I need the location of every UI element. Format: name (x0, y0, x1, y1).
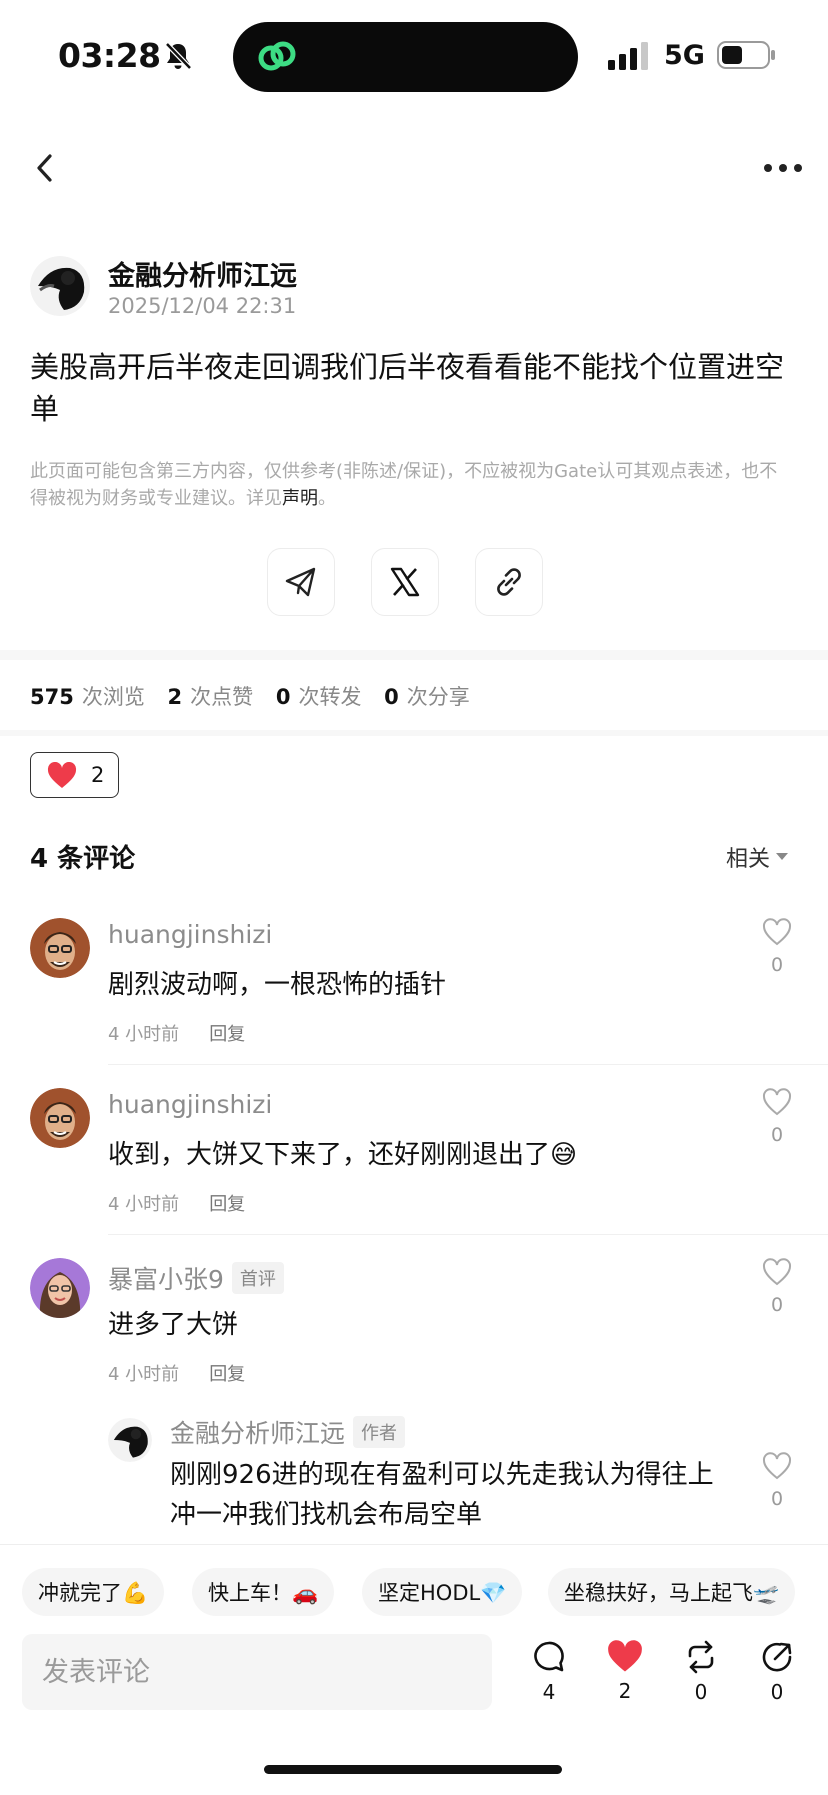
copy-link-button[interactable] (475, 548, 543, 616)
disclaimer-end: 。 (318, 488, 336, 509)
repost-icon (688, 1640, 714, 1674)
reply-button[interactable]: 回复 (209, 1364, 245, 1385)
first-comment-badge: 首评 (231, 1262, 284, 1294)
more-options-icon[interactable] (762, 158, 804, 178)
replier-avatar[interactable] (108, 1418, 152, 1462)
post-stats: 575 次浏览 2 次点赞 0 次转发 0 次分享 (30, 681, 486, 711)
comments-title: 4 条评论 (30, 844, 136, 874)
heart-outline-icon (762, 1088, 792, 1116)
disclaimer-link[interactable]: 声明 (282, 488, 318, 509)
commenter-avatar[interactable] (30, 1088, 90, 1148)
network-type: 5G (664, 40, 705, 71)
x-logo-icon (390, 567, 420, 597)
comment-like-count: 0 (770, 954, 784, 976)
likes-count: 2 (167, 685, 183, 709)
sort-dropdown[interactable]: 相关 (726, 841, 789, 873)
comment-like-button[interactable]: 0 (760, 1088, 794, 1146)
reply-text-line1: 刚刚926进的现在有盈利可以先走我认为得往上 (170, 1460, 714, 1490)
link-icon (497, 568, 521, 596)
reply-text-line2: 冲一冲我们找机会布局空单 (170, 1500, 483, 1530)
like-action-button[interactable]: 2 (600, 1640, 650, 1703)
repost-action-count: 0 (694, 1680, 708, 1704)
battery-icon (717, 41, 775, 69)
heart-outline-icon (762, 918, 792, 946)
comment-like-button[interactable]: 0 (760, 918, 794, 976)
quick-reply-chip[interactable]: 快上车！🚗 (192, 1568, 335, 1616)
shares-label: 次分享 (406, 685, 470, 709)
sort-label: 相关 (726, 847, 771, 872)
comment-like-count: 0 (770, 1124, 784, 1146)
comment-time: 4 小时前 (108, 1194, 180, 1215)
heart-filled-icon (47, 761, 77, 788)
home-indicator[interactable] (264, 1765, 562, 1774)
caret-down-icon (776, 853, 789, 860)
disclaimer-text: 此页面可能包含第三方内容，仅供参考(非陈述/保证)，不应被视为Gate认可其观点… (30, 461, 778, 509)
back-arrow-icon[interactable] (30, 148, 60, 188)
heart-outline-icon (762, 1258, 792, 1286)
status-bar: 03:28 5G (0, 0, 828, 110)
comment-action-count: 4 (542, 1680, 556, 1704)
status-time: 03:28 (58, 36, 161, 75)
comment-action-button[interactable]: 4 (524, 1640, 574, 1704)
comment-like-count: 0 (770, 1294, 784, 1316)
reply-button[interactable]: 回复 (209, 1194, 245, 1215)
share-arrow-icon (762, 1642, 792, 1672)
comment-input[interactable] (22, 1634, 492, 1710)
replier-name[interactable]: 金融分析师江远 (170, 1419, 345, 1448)
quick-reply-divider (0, 1544, 828, 1545)
comment-separator (108, 1064, 828, 1065)
comment-text: 收到，大饼又下来了，还好刚刚退出了😅 (108, 1140, 578, 1170)
post-timestamp: 2025/12/04 22:31 (108, 294, 297, 318)
reply-button[interactable]: 回复 (209, 1024, 245, 1045)
commenter-avatar[interactable] (30, 1258, 90, 1318)
bell-muted-icon (165, 42, 192, 70)
post-body: 美股高开后半夜走回调我们后半夜看看能不能找个位置进空单 (30, 350, 785, 426)
comment-time: 4 小时前 (108, 1364, 180, 1385)
views-count: 575 (30, 685, 74, 709)
share-telegram-button[interactable] (267, 548, 335, 616)
reposts-label: 次转发 (298, 685, 362, 709)
section-divider (0, 650, 828, 660)
views-label: 次浏览 (81, 685, 145, 709)
comment-bubble-icon (534, 1641, 564, 1672)
section-divider (0, 730, 828, 736)
reply-like-button[interactable]: 0 (760, 1452, 794, 1510)
replier-name-row: 金融分析师江远 作者 (170, 1414, 406, 1450)
heart-outline-icon (762, 1452, 792, 1480)
commenter-name[interactable]: huangjinshizi (108, 1090, 272, 1119)
comment-text: 进多了大饼 (108, 1310, 239, 1340)
commenter-name[interactable]: huangjinshizi (108, 920, 272, 949)
commenter-name-row: 暴富小张9 首评 (108, 1260, 284, 1296)
share-action-button[interactable]: 0 (752, 1640, 802, 1704)
quick-reply-chip[interactable]: 坐稳扶好，马上起飞🛫 (548, 1568, 796, 1616)
author-name[interactable]: 金融分析师江远 (108, 254, 297, 293)
like-action-count: 2 (618, 1679, 632, 1703)
reposts-count: 0 (275, 685, 291, 709)
reaction-like-button[interactable]: 2 (30, 752, 119, 798)
comment-time: 4 小时前 (108, 1024, 180, 1045)
heart-filled-icon (608, 1640, 642, 1672)
comment-separator (108, 1234, 828, 1235)
cellular-signal-icon (608, 42, 648, 70)
shares-count: 0 (384, 685, 399, 709)
quick-reply-chip[interactable]: 冲就完了💪 (22, 1568, 165, 1616)
author-badge: 作者 (353, 1416, 406, 1448)
share-action-count: 0 (770, 1680, 784, 1704)
disclaimer: 此页面可能包含第三方内容，仅供参考(非陈述/保证)，不应被视为Gate认可其观点… (30, 458, 790, 512)
quick-reply-chip[interactable]: 坚定HODL💎 (362, 1568, 523, 1616)
likes-label: 次点赞 (190, 685, 254, 709)
commenter-avatar[interactable] (30, 918, 90, 978)
commenter-name[interactable]: 暴富小张9 (108, 1265, 224, 1294)
reaction-count: 2 (91, 763, 105, 787)
share-x-button[interactable] (371, 548, 439, 616)
reply-like-count: 0 (770, 1488, 784, 1510)
author-avatar[interactable] (30, 256, 90, 316)
dynamic-island (233, 22, 578, 92)
telegram-icon (285, 567, 316, 597)
comment-like-button[interactable]: 0 (760, 1258, 794, 1316)
app-activity-icon (258, 41, 296, 71)
comment-text: 剧烈波动啊，一根恐怖的插针 (108, 970, 447, 1000)
repost-action-button[interactable]: 0 (676, 1640, 726, 1704)
